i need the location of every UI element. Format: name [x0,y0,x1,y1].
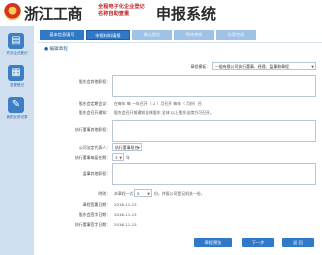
shareholder-decision-label: 股东会其他职权： [78,79,110,84]
section-title: ● 编辑章程 [44,47,68,52]
template-label: 章程模板： [190,64,210,69]
step-confirm: 确认提交 [132,30,172,40]
notice-text[interactable]: 股东会召开前通知全体股东 全体 以上股东出席方可召开。 [114,110,214,116]
document-icon: ▤ [8,33,24,49]
step-basic-info[interactable]: 基本信息填写 [40,30,84,40]
preview-button[interactable]: 章程预览 [194,238,232,247]
sidebar-item-open-business[interactable]: ▤ 开办企业登记 [0,32,34,62]
template-select[interactable]: 一般有限公司执行董事、经理、监事和章程 ▼ [212,62,316,70]
sidebar-item-change-registration[interactable]: ▦ 变更登记 [0,64,34,94]
next-button[interactable]: 下一步 [242,238,274,247]
exec-director-term-label: 执行董事每届任期： [74,155,110,160]
shareholder-sign-value: 2016-11-15 [114,212,137,217]
sidebar-item-label: 变更登记 [10,83,24,87]
brand-subtitle-line1: 全程电子化企业登记 [98,4,145,10]
header: 浙江工商 全程电子化企业登记 名称自助查重 申报系统 [0,0,322,26]
sign-date-value: 2016-11-15 [114,202,137,207]
system-title: 申报系统 [156,5,217,23]
legal-rep-select-value: 执行董事担任 [115,145,139,150]
sidebar-item-my-records[interactable]: ✎ 我的业务记录 [0,96,34,126]
progress-steps: 基本信息填写 申报材料填报 确认提交 等待审核 办理完成 [40,30,322,40]
exec-director-term-value: 3 [115,155,118,160]
chevron-down-icon: ▼ [311,65,314,69]
brand-subtitle-line2: 名称自助查重 [98,10,130,17]
exec-director-other-textarea[interactable] [112,120,316,142]
supervisor-other-label: 监事其他职权： [82,171,110,176]
notice-label: 股东会召开通知： [78,110,110,115]
copies-select[interactable]: 5 ▼ [134,189,152,197]
shareholder-meeting-label: 股东会定期会议： [78,101,110,106]
template-select-value: 一般有限公司执行董事、经理、监事和章程 [215,64,289,69]
emblem-icon [4,3,21,20]
step-complete: 办理完成 [216,30,256,40]
shareholder-decision-textarea[interactable] [112,75,316,97]
sidebar: ▤ 开办企业登记 ▦ 变更登记 ✎ 我的业务记录 [0,26,34,255]
form-panel: ● 编辑章程 章程模板： 一般有限公司执行董事、经理、监事和章程 ▼ 股东会其他… [38,42,322,255]
exec-director-other-label: 执行董事其他职权： [74,127,110,132]
sidebar-item-label: 我的业务记录 [6,115,28,119]
chevron-down-icon: ▼ [119,156,122,160]
director-sign-label: 执行董事签字日期： [74,222,110,227]
sign-date-label: 章程签署日期： [82,202,110,207]
exec-director-term-unit: 年 [126,155,130,160]
copies-suffix: 份，并报公司登记机关一份。 [154,191,205,196]
sidebar-item-label: 开办企业登记 [6,51,28,55]
shareholder-sign-label: 股东会签字日期： [78,212,110,217]
chevron-down-icon: ▼ [147,192,150,196]
chevron-down-icon: ▼ [137,146,140,150]
step-review: 等待审核 [174,30,214,40]
back-button[interactable]: 返 回 [282,238,314,247]
copies-value: 5 [137,191,140,196]
copies-label: 附则： [98,191,110,196]
brand-subtitle: 全程电子化企业登记 名称自助查重 [98,4,150,17]
shareholder-meeting-text[interactable]: 在每年 每 一年召开（ 2 ）月召开 每年（ 月份）召 [114,101,202,107]
legal-rep-label: 公司法定代表人： [78,145,110,150]
form-icon: ▦ [8,65,24,81]
supervisor-other-textarea[interactable] [112,163,316,185]
wrench-icon: ✎ [8,97,24,113]
legal-rep-select[interactable]: 执行董事担任 ▼ [112,143,142,151]
step-materials[interactable]: 申报材料填报 [86,30,130,40]
copies-prefix: 本章程一式 [114,191,134,196]
director-sign-value: 2016-11-15 [114,222,137,227]
exec-director-term-select[interactable]: 3 ▼ [112,153,124,161]
brand-name: 浙江工商 [24,5,83,23]
